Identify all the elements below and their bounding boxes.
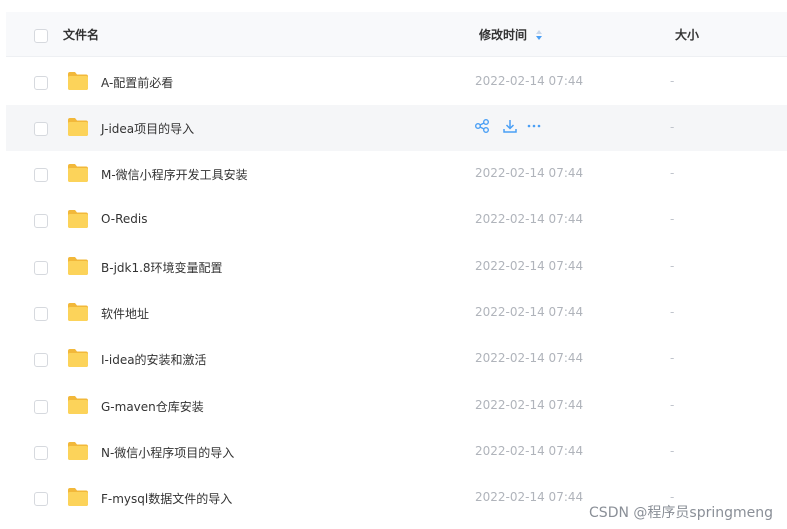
select-all-checkbox[interactable] [34,29,48,43]
folder-icon [68,164,88,182]
file-modified-time: 2022-02-14 07:44 [475,444,584,458]
file-row[interactable]: G-maven仓库安装 2022-02-14 07:44 - [6,383,787,429]
file-modified-time: 2022-02-14 07:44 [475,305,584,319]
row-checkbox[interactable] [34,261,48,275]
file-size: - [670,212,675,226]
file-row[interactable]: M-微信小程序开发工具安装 2022-02-14 07:44 - [6,151,787,197]
file-name[interactable]: G-maven仓库安装 [101,398,204,415]
file-modified-time: 2022-02-14 07:44 [475,490,584,504]
folder-icon [68,118,88,136]
file-name[interactable]: M-微信小程序开发工具安装 [101,166,248,183]
file-row[interactable]: 软件地址 2022-02-14 07:44 - [6,290,787,336]
row-checkbox[interactable] [34,400,48,414]
file-size: - [670,444,675,458]
file-name[interactable]: 软件地址 [101,305,149,322]
file-name[interactable]: O-Redis [101,212,148,226]
folder-icon [68,303,88,321]
file-modified-time: 2022-02-14 07:44 [475,259,584,273]
row-checkbox[interactable] [34,307,48,321]
more-icon[interactable] [526,118,542,134]
file-row[interactable]: B-jdk1.8环境变量配置 2022-02-14 07:44 - [6,244,787,290]
download-icon[interactable] [502,118,518,134]
file-row[interactable]: J-idea项目的导入 - [6,105,787,151]
file-size: - [670,351,675,365]
folder-icon [68,257,88,275]
folder-icon [68,442,88,460]
file-row[interactable]: A-配置前必看 2022-02-14 07:44 - [6,59,787,105]
row-checkbox[interactable] [34,168,48,182]
file-modified-time: 2022-02-14 07:44 [475,398,584,412]
column-header-name[interactable]: 文件名 [63,26,99,43]
file-name[interactable]: I-idea的安装和激活 [101,351,207,368]
folder-icon [68,488,88,506]
file-size: - [670,259,675,273]
row-checkbox[interactable] [34,122,48,136]
file-row[interactable]: O-Redis 2022-02-14 07:44 - [6,197,787,243]
file-name[interactable]: N-微信小程序项目的导入 [101,444,234,461]
folder-icon [68,72,88,90]
file-list-header: 文件名 修改时间 大小 [6,12,787,57]
watermark: CSDN @程序员springmeng [589,505,773,521]
row-checkbox[interactable] [34,214,48,228]
share-icon[interactable] [474,118,490,134]
file-size: - [670,74,675,88]
file-modified-time: 2022-02-14 07:44 [475,166,584,180]
file-name[interactable]: A-配置前必看 [101,74,173,91]
row-checkbox[interactable] [34,353,48,367]
file-modified-time: 2022-02-14 07:44 [475,351,584,365]
file-name[interactable]: B-jdk1.8环境变量配置 [101,259,223,276]
file-row[interactable]: N-微信小程序项目的导入 2022-02-14 07:44 - [6,429,787,475]
column-header-modified-time-label: 修改时间 [479,28,528,42]
row-checkbox[interactable] [34,76,48,90]
file-name[interactable]: F-mysql数据文件的导入 [101,490,232,507]
sort-icon[interactable] [535,29,543,41]
folder-icon [68,210,88,228]
file-size: - [670,398,675,412]
folder-icon [68,349,88,367]
file-modified-time: 2022-02-14 07:44 [475,74,584,88]
row-checkbox[interactable] [34,446,48,460]
file-size: - [670,120,675,134]
column-header-size[interactable]: 大小 [675,26,699,43]
file-row[interactable]: I-idea的安装和激活 2022-02-14 07:44 - [6,336,787,382]
file-size: - [670,166,675,180]
file-name[interactable]: J-idea项目的导入 [101,120,194,137]
file-modified-time: 2022-02-14 07:44 [475,212,584,226]
folder-icon [68,396,88,414]
row-checkbox[interactable] [34,492,48,506]
column-header-modified-time[interactable]: 修改时间 [479,26,543,43]
file-size: - [670,305,675,319]
